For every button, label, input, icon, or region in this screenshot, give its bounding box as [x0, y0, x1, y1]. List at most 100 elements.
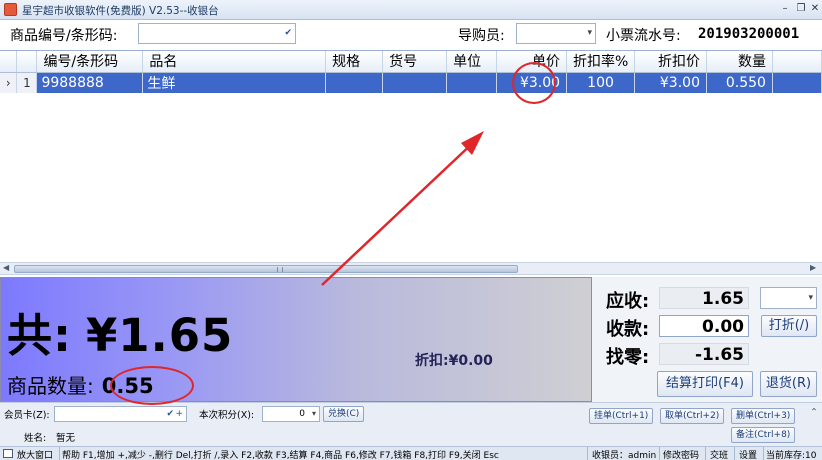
chevron-down-icon[interactable]: ▾: [808, 293, 813, 303]
member-card-input[interactable]: ✔ +: [54, 406, 187, 422]
change-amount: -1.65: [659, 343, 749, 365]
chevron-down-icon[interactable]: ✔: [284, 28, 292, 38]
ticket-number: 201903200001: [698, 26, 800, 42]
table-cell[interactable]: [382, 72, 448, 93]
divider: [59, 447, 60, 460]
member-name-label: 姓名:: [24, 433, 47, 444]
change-label: 找零:: [606, 347, 650, 368]
column-header: [772, 51, 822, 73]
restore-icon[interactable]: ❐: [794, 2, 808, 16]
refund-button[interactable]: 退货(R): [760, 371, 817, 397]
plus-icon[interactable]: +: [175, 407, 183, 421]
table-cell[interactable]: 生鲜: [142, 72, 327, 93]
redeem-button[interactable]: 兑换(C): [323, 406, 365, 422]
table-row[interactable]: › 1 9988888 生鲜 ¥3.00 100 ¥3.00 0.550: [0, 72, 822, 93]
divider: [734, 447, 735, 460]
cashier-info: 收银员：admin: [592, 451, 657, 460]
divider: [763, 447, 764, 460]
table-cell[interactable]: [325, 72, 384, 93]
grip-icon: [277, 267, 283, 272]
divider: [587, 447, 588, 460]
received-amount-input[interactable]: 0.00: [659, 315, 749, 337]
retrieve-order-button[interactable]: 取单(Ctrl+2): [660, 408, 725, 424]
collapse-icon[interactable]: ⌃: [810, 407, 818, 418]
discount-summary: 折扣:¥0.00: [415, 350, 493, 370]
column-header[interactable]: 编号/条形码: [36, 51, 144, 73]
settings-button[interactable]: 设置: [739, 448, 757, 460]
window-title: 星宇超市收银软件(免费版) V2.53--收银台: [22, 5, 219, 17]
points-value: 0: [299, 409, 305, 419]
close-icon[interactable]: ✕: [808, 2, 822, 16]
due-amount: 1.65: [659, 287, 749, 309]
barcode-input[interactable]: ✔: [138, 23, 296, 44]
table-cell: [772, 72, 822, 93]
row-number: 1: [16, 72, 38, 93]
shortcut-help-text: 帮助 F1,增加 +,减少 -,删行 Del,打折 /,录入 F2,收款 F3,…: [62, 451, 499, 460]
due-label: 应收:: [606, 291, 650, 312]
chevron-down-icon[interactable]: ▾: [587, 28, 592, 38]
column-header[interactable]: 数量: [706, 51, 773, 73]
horizontal-scrollbar[interactable]: ◀ ▶: [0, 262, 822, 275]
delete-order-button[interactable]: 删单(Ctrl+3): [731, 408, 796, 424]
annotation-circle-quantity: [110, 366, 194, 405]
note-button[interactable]: 备注(Ctrl+8): [731, 427, 796, 443]
guide-select[interactable]: ▾: [516, 23, 596, 44]
stock-info: 当前库存:10: [766, 451, 817, 460]
received-label: 收款:: [606, 319, 650, 340]
column-header[interactable]: 货号: [382, 51, 448, 73]
discount-value: ¥0.00: [448, 353, 493, 369]
column-header[interactable]: 规格: [325, 51, 384, 73]
discount-button[interactable]: 打折(/): [761, 315, 817, 337]
payment-panel: 应收: 1.65 ▾ 收款: 0.00 打折(/) 找零: -1.65 结算打印…: [592, 277, 822, 402]
row-indicator-icon: ›: [0, 72, 18, 93]
column-header[interactable]: 品名: [142, 51, 327, 73]
row-indicator-header: [0, 51, 18, 73]
chevron-down-icon[interactable]: ▾: [312, 407, 316, 421]
status-bar: 放大窗口 帮助 F1,增加 +,减少 -,删行 Del,打折 /,录入 F2,收…: [0, 446, 822, 460]
ticket-label: 小票流水号:: [606, 28, 681, 44]
checkout-print-button[interactable]: 结算打印(F4): [657, 371, 753, 397]
total-value: ¥1.65: [86, 309, 234, 362]
divider: [659, 447, 660, 460]
barcode-label: 商品编号/条形码:: [10, 28, 118, 44]
change-password-button[interactable]: 修改密码: [663, 448, 699, 460]
table-cell[interactable]: 9988888: [36, 72, 144, 93]
discount-label: 折扣:: [415, 353, 449, 369]
divider: [705, 447, 706, 460]
row-number-header: [16, 51, 38, 73]
points-input[interactable]: 0 ▾: [262, 406, 320, 422]
table-cell[interactable]: 0.550: [706, 72, 773, 93]
cash-register-icon: [4, 3, 17, 16]
column-header[interactable]: 折扣率%: [566, 51, 636, 73]
table-cell[interactable]: [446, 72, 498, 93]
product-table: 编号/条形码 品名 规格 货号 单位 单价 折扣率% 折扣价 数量 › 1 99…: [0, 51, 822, 93]
scroll-right-icon[interactable]: ▶: [810, 263, 816, 272]
total-amount: 共: ¥1.65: [7, 299, 233, 364]
scroll-left-icon[interactable]: ◀: [3, 263, 9, 272]
member-bar: 会员卡(Z): ✔ + 本次积分(X): 0 ▾ 兑换(C) 姓名: 暂无 挂单…: [0, 402, 822, 446]
quantity-label: 商品数量:: [7, 374, 94, 398]
input-bar: 商品编号/条形码: ✔ 导购员: ▾ 小票流水号: 201903200001: [0, 20, 822, 49]
guide-label: 导购员:: [458, 28, 505, 44]
payment-method-select[interactable]: ▾: [760, 287, 817, 309]
hold-order-button[interactable]: 挂单(Ctrl+1): [589, 408, 654, 424]
title-bar: 星宇超市收银软件(免费版) V2.53--收银台 – ❐ ✕: [0, 0, 822, 20]
member-card-label: 会员卡(Z):: [4, 410, 50, 421]
column-header[interactable]: 折扣价: [634, 51, 707, 73]
points-label: 本次积分(X):: [199, 410, 255, 421]
minimize-icon[interactable]: –: [778, 2, 792, 16]
total-panel: 共: ¥1.65 折扣:¥0.00 商品数量: 0.55: [0, 277, 592, 402]
member-name-value: 暂无: [56, 433, 76, 444]
table-header-row: 编号/条形码 品名 规格 货号 单位 单价 折扣率% 折扣价 数量: [0, 51, 822, 73]
product-grid: 编号/条形码 品名 规格 货号 单位 单价 折扣率% 折扣价 数量 › 1 99…: [0, 50, 822, 262]
window-icon: [3, 449, 13, 458]
check-icon[interactable]: ✔: [166, 407, 174, 421]
shift-button[interactable]: 交班: [710, 448, 728, 460]
scroll-thumb[interactable]: [14, 265, 518, 273]
maximize-window-button[interactable]: 放大窗口: [17, 448, 53, 460]
total-label: 共:: [7, 309, 72, 362]
table-cell[interactable]: 100: [566, 72, 636, 93]
annotation-circle-price: [512, 62, 556, 104]
column-header[interactable]: 单位: [446, 51, 498, 73]
table-cell[interactable]: ¥3.00: [634, 72, 707, 93]
